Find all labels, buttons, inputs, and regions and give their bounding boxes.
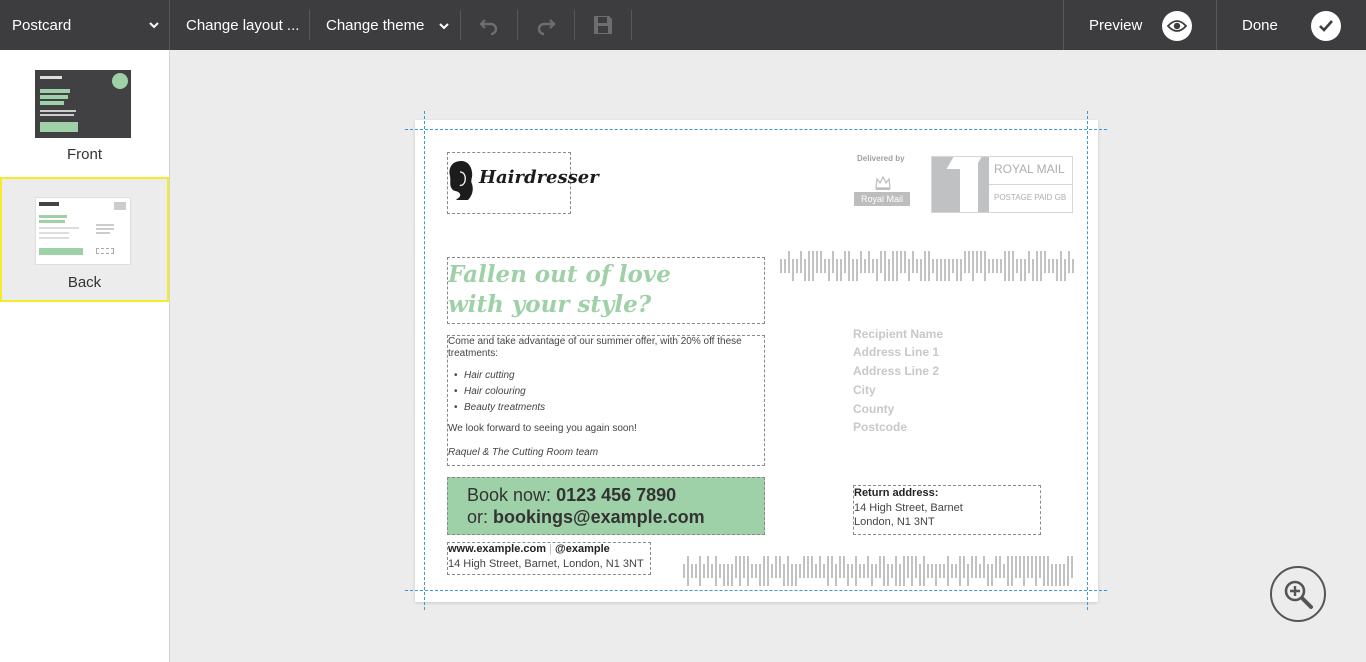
barcode-bottom — [683, 556, 1073, 586]
product-select-label: Postcard — [12, 16, 72, 34]
postage-indicia: ROYAL MAIL POSTAGE PAID GB — [931, 156, 1073, 213]
social-handle: @example — [555, 543, 610, 555]
book-phone: 0123 456 7890 — [556, 485, 677, 505]
return-address-line-2: London, N1 3NT — [854, 516, 935, 528]
redo-icon — [537, 19, 556, 36]
woman-silhouette-icon — [449, 161, 473, 200]
back-thumbnail — [35, 197, 131, 265]
done-label: Done — [1242, 16, 1278, 34]
bullet-text: Beauty treatments — [464, 402, 546, 413]
return-address-title: Return address: — [854, 487, 939, 499]
change-theme-button[interactable]: Change theme — [326, 0, 454, 50]
footer-contact-box[interactable]: www.example.com | @example 14 High Stree… — [447, 542, 651, 575]
footer-address: 14 High Street, Barnet, London, N1 3NT — [448, 558, 644, 570]
divider — [460, 10, 461, 40]
book-now-prefix: Book now: — [467, 485, 557, 505]
crown-icon — [875, 175, 891, 190]
divider — [574, 10, 575, 40]
undo-icon — [479, 19, 498, 36]
zoom-in-icon — [1284, 580, 1313, 609]
divider — [1063, 0, 1064, 50]
barcode-top — [780, 251, 1074, 281]
booking-box[interactable]: Book now: 0123 456 7890 or: bookings@exa… — [447, 477, 765, 535]
change-layout-label: Change layout ... — [186, 16, 300, 34]
closing-text: We look forward to seeing you again soon… — [448, 423, 637, 434]
bullet-text: Hair cutting — [464, 370, 515, 381]
divider — [169, 0, 170, 50]
toolbar: Postcard Change layout ... Change theme … — [0, 0, 1366, 50]
preview-button[interactable]: Preview — [1089, 0, 1142, 50]
book-email-line: or: bookings@example.com — [467, 507, 705, 528]
redo-button[interactable] — [531, 10, 561, 40]
book-now-line: Book now: 0123 456 7890 — [467, 485, 676, 506]
back-label: Back — [67, 274, 102, 291]
postage-mark: Delivered by Royal Mail — [852, 154, 914, 214]
address-line-2[interactable]: Address Line 2 — [853, 364, 939, 378]
front-thumbnail — [35, 70, 131, 138]
body-text-box[interactable]: Come and take advantage of our summer of… — [447, 335, 765, 466]
signoff-text: Raquel & The Cutting Room team — [448, 447, 599, 458]
bleed-guide-left — [424, 111, 425, 610]
bleed-guide-bottom — [405, 590, 1107, 591]
bleed-guide-top — [405, 129, 1107, 130]
preview-label: Preview — [1089, 16, 1143, 34]
heading-line-2: with your style? — [448, 291, 652, 318]
front-label: Front — [66, 146, 102, 163]
change-layout-button[interactable]: Change layout ... — [186, 0, 299, 50]
intro-text: Come and take advantage of our summer of… — [448, 336, 742, 359]
logo-box[interactable]: Hairdresser — [447, 152, 599, 214]
eye-icon — [1167, 20, 1187, 32]
address-city[interactable]: City — [853, 383, 876, 397]
product-select[interactable]: Postcard — [12, 0, 162, 50]
logo-text: Hairdresser — [479, 167, 599, 188]
save-icon — [594, 16, 612, 34]
website-text: www.example.com — [448, 543, 547, 555]
chevron-down-icon — [439, 23, 449, 30]
address-county[interactable]: County — [853, 402, 894, 416]
heading-box[interactable]: Fallen out of love with your style? — [447, 257, 765, 324]
done-icon-button[interactable] — [1311, 11, 1341, 41]
chevron-down-icon — [149, 22, 159, 29]
preview-icon-button[interactable] — [1162, 11, 1192, 41]
delivered-by-text: Delivered by — [857, 154, 905, 163]
save-button[interactable] — [588, 10, 618, 40]
postage-paid-text: POSTAGE PAID GB — [994, 193, 1067, 202]
return-address-box[interactable]: Return address: 14 High Street, Barnet L… — [853, 485, 1041, 535]
address-line-1[interactable]: Address Line 1 — [853, 345, 939, 359]
book-or-prefix: or: — [467, 507, 494, 527]
book-email: bookings@example.com — [493, 507, 705, 527]
bullet-text: Hair colouring — [464, 386, 526, 397]
done-button[interactable]: Done — [1242, 0, 1278, 50]
bleed-guide-right — [1087, 111, 1088, 610]
recipient-name[interactable]: Recipient Name — [853, 327, 943, 341]
royal-mail-text: ROYAL MAIL — [994, 162, 1065, 176]
zoom-in-button[interactable] — [1270, 566, 1326, 622]
change-theme-label: Change theme — [326, 16, 425, 34]
divider — [1216, 0, 1217, 50]
divider — [309, 10, 310, 40]
divider — [631, 10, 632, 40]
page-thumb-back[interactable]: Back — [0, 177, 169, 302]
return-address-line-1: 14 High Street, Barnet — [854, 502, 963, 514]
address-postcode[interactable]: Postcode — [853, 420, 907, 434]
checkmark-icon — [1319, 20, 1333, 32]
heading-line-1: Fallen out of love — [448, 261, 671, 288]
royal-mail-badge: Royal Mail — [854, 192, 910, 206]
postage-number-block — [932, 157, 989, 212]
divider — [517, 10, 518, 40]
web-social-line: www.example.com | @example — [448, 543, 610, 555]
undo-button[interactable] — [474, 10, 504, 40]
page-thumb-front[interactable]: Front — [0, 50, 169, 175]
page-sidebar: Front Back — [0, 50, 170, 662]
